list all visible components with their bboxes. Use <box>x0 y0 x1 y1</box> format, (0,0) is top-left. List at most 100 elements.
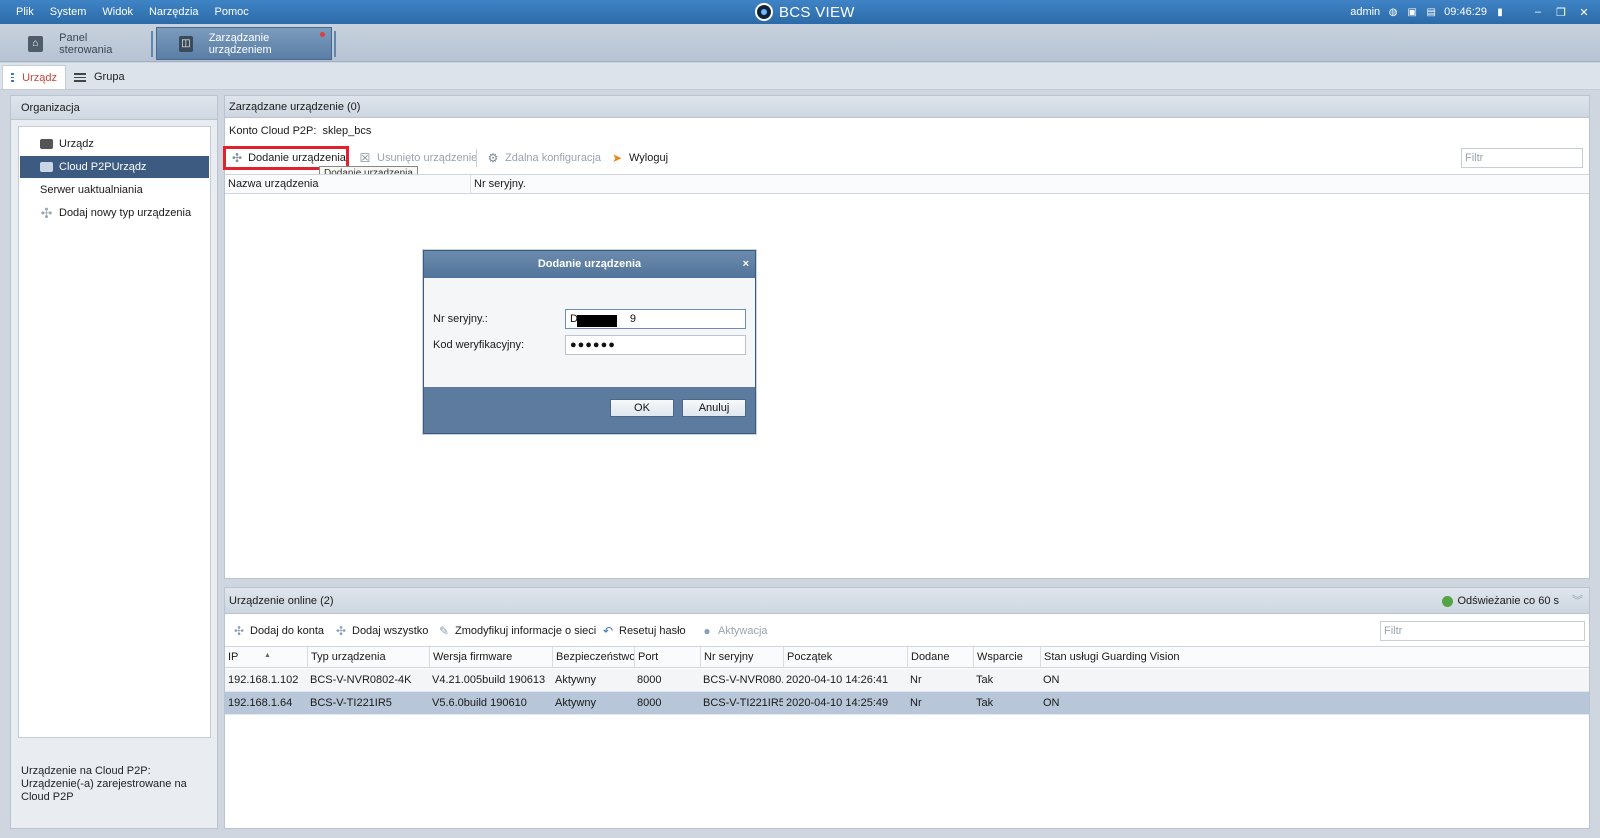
restore-icon[interactable]: ❐ <box>1553 5 1569 19</box>
cell-security: Aktywny <box>555 674 596 686</box>
menu-file[interactable]: Plik <box>8 0 42 24</box>
refresh-icon <box>1441 595 1453 607</box>
column-security[interactable]: Bezpieczeństwo <box>552 647 636 668</box>
logout-icon: ➤ <box>611 151 623 165</box>
tab-control-panel[interactable]: ⌂ Panel sterowania <box>6 27 153 60</box>
cell-serial-number: BCS-V-TI221IR5... <box>703 697 783 709</box>
column-server-port[interactable]: Port serwera <box>634 647 700 684</box>
table-row[interactable]: 192.168.1.102 BCS-V-NVR0802-4K V4.21.005… <box>225 669 1589 692</box>
refresh-indicator[interactable]: Odświeżanie co 60 s <box>1441 588 1559 614</box>
collapse-icon[interactable]: ︾ <box>1572 588 1583 614</box>
managed-devices-title: Zarządzane urządzenie (0) <box>225 96 1589 118</box>
cancel-button[interactable]: Anuluj <box>682 399 746 417</box>
app-title: BCS VIEW <box>755 0 855 24</box>
clock: 09:46:29 <box>1444 6 1487 18</box>
cloud-account-value: sklep_bcs <box>322 125 372 137</box>
tab-device-management[interactable]: ◫ Zarządzanie urządzeniem <box>156 27 332 60</box>
managed-grid-header: Nazwa urządzenia Nr seryjny. <box>225 174 1589 194</box>
tree-item-label: Serwer uaktualniania <box>40 184 143 196</box>
dialog-close-icon[interactable]: × <box>743 251 749 278</box>
serial-redaction <box>577 315 617 327</box>
tray: admin ◍ ▣ ▤ 09:46:29 ▮ – ❐ ✕ <box>1350 0 1600 24</box>
column-support[interactable]: Wsparcie us... <box>973 647 1040 684</box>
add-to-account-label: Dodaj do konta <box>250 625 324 637</box>
subtab-devices[interactable]: Urządz <box>2 65 66 89</box>
cloud-account: Konto Cloud P2P: sklep_bcs <box>229 125 371 137</box>
online-devices-header: Urządzenie online (2) Odświeżanie co 60 … <box>225 588 1589 614</box>
logout-button[interactable]: ➤ Wyloguj <box>605 146 674 170</box>
tree-item-devices[interactable]: Urządz <box>20 133 209 155</box>
sub-tabbar: Urządz Grupa <box>0 63 1600 90</box>
column-ip[interactable]: ▲ IP <box>225 647 307 668</box>
remote-config-label: Zdalna konfiguracja <box>505 152 602 164</box>
serial-label: Nr seryjny.: <box>433 313 488 325</box>
gear-icon: ⚙ <box>487 151 499 165</box>
tree-item-add-device-type[interactable]: ✣ Dodaj nowy typ urządzenia <box>20 202 209 224</box>
column-device-type[interactable]: Typ urządzenia <box>307 647 429 668</box>
column-serial[interactable]: Nr seryjny. <box>470 175 1570 194</box>
cell-ip: 192.168.1.64 <box>228 697 293 709</box>
cloud-info-text: Urządzenie na Cloud P2P: Urządzenie(-a) … <box>21 765 187 803</box>
remote-config-button[interactable]: ⚙ Zdalna konfiguracja <box>481 146 607 170</box>
ok-button[interactable]: OK <box>610 399 674 417</box>
column-firmware[interactable]: Wersja firmware <box>429 647 552 668</box>
add-all-button[interactable]: ✣ Dodaj wszystko <box>335 621 428 641</box>
managed-toolbar: ✣ Dodanie urządzenia ☒ Usunięto urządzen… <box>223 145 1589 171</box>
cell-security: Aktywny <box>555 697 596 709</box>
tree-item-upgrade-server[interactable]: Serwer uaktualniania <box>20 179 209 201</box>
activate-label: Aktywacja <box>718 625 768 637</box>
delete-icon: ☒ <box>359 151 371 165</box>
keyboard-icon[interactable]: ▤ <box>1425 6 1437 18</box>
dialog-title-text: Dodanie urządzenia <box>537 258 642 270</box>
pencil-icon: ✎ <box>438 624 450 638</box>
minimize-icon[interactable]: – <box>1530 5 1546 19</box>
column-added[interactable]: Dodane pra... <box>907 647 973 684</box>
logout-label: Wyloguj <box>629 152 669 164</box>
tab-device-management-label: Zarządzanie urządzeniem <box>208 31 272 56</box>
cell-server-port: 8000 <box>637 697 662 709</box>
group-icon <box>74 72 86 82</box>
monitor-icon[interactable]: ▣ <box>1406 6 1418 18</box>
tree-item-cloud-p2p[interactable]: Cloud P2PUrządz <box>20 156 209 178</box>
column-device-name[interactable]: Nazwa urządzenia <box>225 175 470 194</box>
tree-item-label: Urządz <box>59 138 94 150</box>
close-icon[interactable]: ✕ <box>1576 5 1592 19</box>
sort-up-icon: ▲ <box>264 652 271 659</box>
user-name[interactable]: admin <box>1350 6 1380 18</box>
tab-separator <box>334 31 336 57</box>
menu-view[interactable]: Widok <box>94 0 141 24</box>
verification-code-dots: ●●●●●● <box>570 339 616 351</box>
cell-device-type: BCS-V-NVR0802-4K <box>310 674 412 686</box>
cell-support: Tak <box>976 674 994 686</box>
cell-device-type: BCS-V-TI221IR5 <box>310 697 392 709</box>
menu-list: Plik System Widok Narzędzia Pomoc <box>0 0 257 24</box>
cell-start-time: 2020-04-10 14:25:49 <box>786 697 889 709</box>
activate-button[interactable]: ● Aktywacja <box>701 621 768 641</box>
online-filter-input[interactable] <box>1380 621 1585 641</box>
online-devices-title: Urządzenie online (2) <box>229 595 334 607</box>
cell-added: Nr <box>910 697 922 709</box>
column-start-time[interactable]: Początek <box>783 647 907 668</box>
modify-network-label: Zmodyfikuj informacje o sieci <box>455 625 597 637</box>
toolbar-separator <box>476 149 477 167</box>
subtab-group[interactable]: Grupa <box>66 65 133 89</box>
menu-system[interactable]: System <box>42 0 95 24</box>
tab-close-icon[interactable] <box>320 32 325 37</box>
menu-tools[interactable]: Narzędzia <box>141 0 207 24</box>
column-guarding-vision[interactable]: Stan usługi Guarding Vision <box>1040 647 1570 668</box>
online-toolbar: ✣ Dodaj do konta ✣ Dodaj wszystko ✎ Zmod… <box>225 619 1589 643</box>
table-row[interactable]: 192.168.1.64 BCS-V-TI221IR5 V5.6.0build … <box>225 692 1589 715</box>
cell-added: Nr <box>910 674 922 686</box>
plus-icon: ✣ <box>40 205 53 221</box>
column-serial-number[interactable]: Nr seryjny urząd... <box>700 647 783 684</box>
lock-icon[interactable]: ▮ <box>1494 6 1506 18</box>
menubar: Plik System Widok Narzędzia Pomoc BCS VI… <box>0 0 1600 24</box>
add-device-label: Dodanie urządzenia <box>248 152 346 164</box>
modify-network-button[interactable]: ✎ Zmodyfikuj informacje o sieci <box>438 621 596 641</box>
managed-filter-input[interactable] <box>1461 148 1583 168</box>
menu-help[interactable]: Pomoc <box>207 0 257 24</box>
globe-icon[interactable]: ◍ <box>1387 6 1399 18</box>
reset-password-button[interactable]: ↶ Resetuj hasło <box>602 621 686 641</box>
subtab-devices-label: Urządz <box>22 71 57 84</box>
add-to-account-button[interactable]: ✣ Dodaj do konta <box>233 621 324 641</box>
